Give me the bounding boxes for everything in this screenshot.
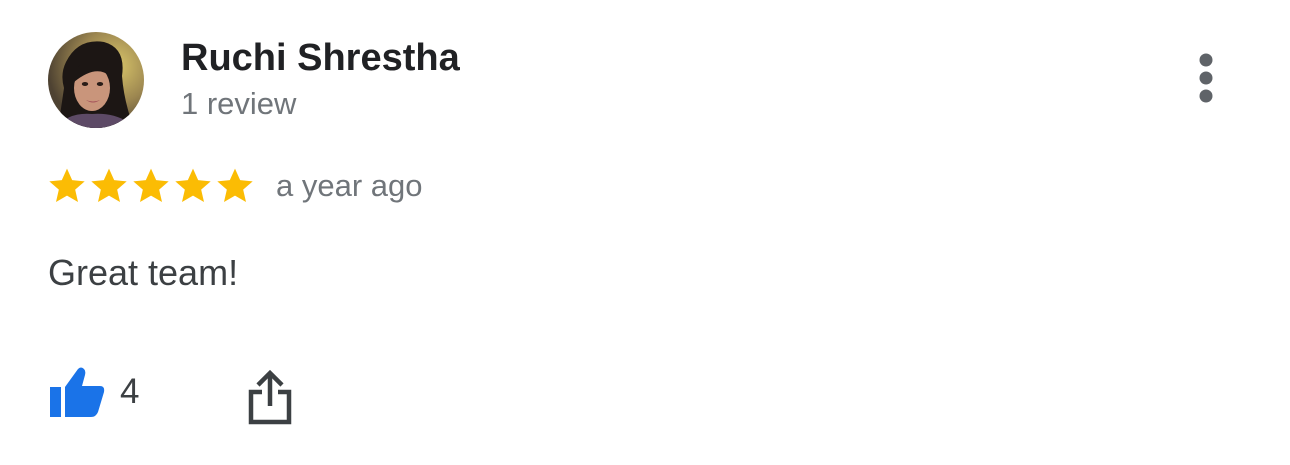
review-card: Ruchi Shrestha 1 review a year ago Great… bbox=[0, 0, 1290, 465]
avatar[interactable] bbox=[48, 32, 144, 128]
like-button[interactable]: 4 bbox=[48, 364, 139, 420]
star-icon bbox=[131, 166, 171, 206]
share-button[interactable] bbox=[246, 368, 294, 426]
author-name[interactable]: Ruchi Shrestha bbox=[181, 36, 460, 80]
share-icon bbox=[248, 369, 292, 425]
star-rating bbox=[47, 166, 255, 206]
star-icon bbox=[215, 166, 255, 206]
star-icon bbox=[173, 166, 213, 206]
like-count: 4 bbox=[120, 372, 140, 411]
star-icon bbox=[47, 166, 87, 206]
thumb-up-icon bbox=[50, 367, 105, 417]
avatar-image bbox=[48, 32, 144, 128]
star-icon bbox=[89, 166, 129, 206]
more-vert-icon bbox=[1199, 53, 1213, 103]
review-text: Great team! bbox=[48, 252, 239, 293]
more-options-button[interactable] bbox=[1186, 52, 1226, 108]
review-time: a year ago bbox=[276, 168, 423, 203]
author-review-count: 1 review bbox=[181, 86, 297, 121]
